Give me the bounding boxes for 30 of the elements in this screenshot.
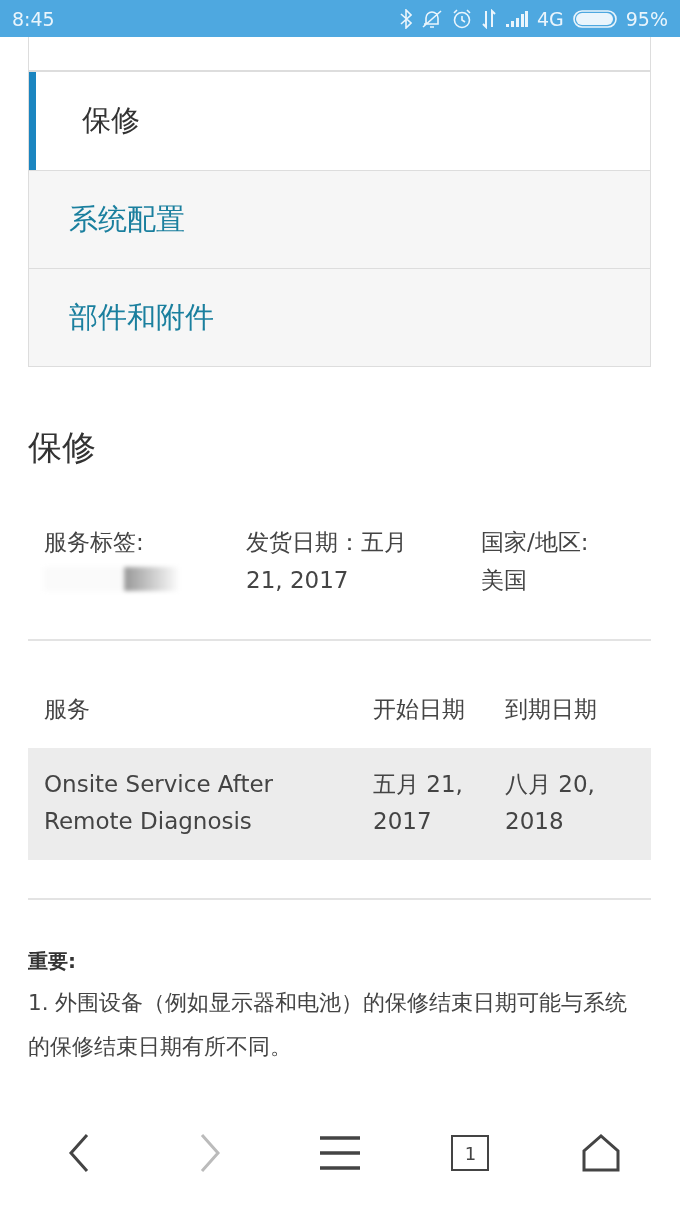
home-icon: [581, 1134, 620, 1172]
column-header: 到期日期: [505, 695, 598, 724]
battery-icon: [572, 8, 617, 29]
tabs-button[interactable]: 1: [451, 1135, 490, 1171]
clock: 8:45: [12, 7, 55, 30]
network-type: 4G: [536, 7, 564, 30]
muted-bell-icon: [420, 8, 443, 29]
table-cell-text: 八月 20, 2018: [505, 770, 596, 836]
table-cell-text: Onsite Service After Remote Diagnosis: [44, 770, 275, 836]
back-icon: [68, 1133, 91, 1173]
section-heading: 保修: [28, 426, 97, 469]
notice-title: 重要:: [28, 948, 77, 975]
info-value: 美国: [481, 566, 528, 595]
data-arrows-icon: [480, 8, 497, 29]
info-label: 服务标签:: [44, 528, 145, 557]
signal-icon: [505, 10, 528, 27]
info-label: 国家/地区:: [481, 528, 590, 557]
menu-icon: [319, 1136, 361, 1170]
table-cell-text: 五月 21, 2017: [373, 770, 464, 836]
column-header: 服务: [44, 695, 91, 724]
info-label: 发货日期：五月: [246, 528, 408, 557]
bluetooth-icon: [399, 8, 412, 29]
info-value: 21, 2017: [246, 566, 350, 595]
section-link[interactable]: 部件和附件: [29, 268, 650, 366]
alarm-icon: [451, 8, 472, 29]
column-header: 开始日期: [373, 695, 466, 724]
battery-percent: 95%: [625, 7, 668, 30]
notice-text: 1. 外围设备（例如显示器和电池）的保修结束日期可能与系统的保修结束日期有所不同。: [28, 989, 628, 1061]
section-link[interactable]: 系统配置: [29, 170, 650, 268]
forward-icon: [198, 1133, 221, 1173]
